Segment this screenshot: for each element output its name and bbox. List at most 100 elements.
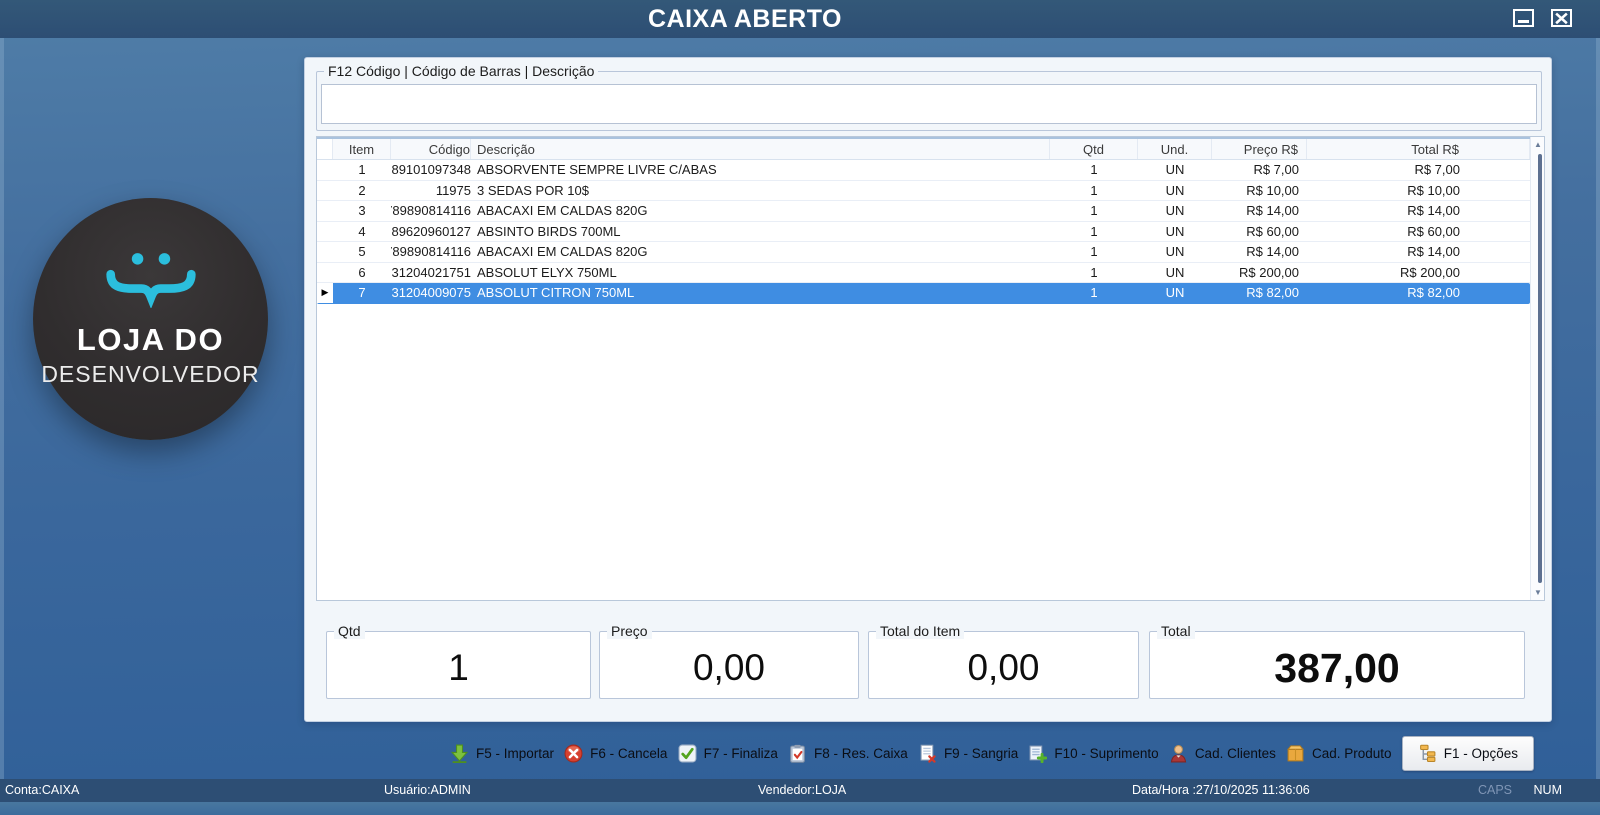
cell-total: R$ 60,00: [1307, 222, 1530, 242]
toolbar-button-label: F9 - Sangria: [944, 746, 1018, 761]
status-bar: Conta:CAIXA Usuário:ADMIN Vendedor:LOJA …: [0, 779, 1600, 802]
toolbar-button-label: F1 - Opções: [1444, 746, 1518, 761]
column-header-codigo[interactable]: Código: [391, 139, 471, 159]
row-indicator: [317, 160, 333, 180]
cell-qtd: 1: [1050, 160, 1138, 180]
window-frame-bottom: [0, 802, 1600, 815]
cell-item: 3: [333, 201, 391, 221]
scroll-up-icon[interactable]: ▲: [1531, 140, 1545, 149]
f7-finaliza-button[interactable]: F7 - Finaliza: [678, 744, 778, 763]
title-bar: CAIXA ABERTO: [0, 0, 1600, 38]
cell-item: 7: [333, 283, 391, 303]
cad-clientes-button[interactable]: Cad. Clientes: [1169, 744, 1276, 763]
close-icon[interactable]: [1551, 9, 1572, 27]
vertical-scrollbar[interactable]: ▲ ▼: [1530, 137, 1544, 600]
cell-total: R$ 200,00: [1307, 263, 1530, 283]
grand-total-box: Total 387,00: [1149, 631, 1525, 699]
row-indicator: [317, 242, 333, 262]
table-row[interactable]: 6731204021751ABSOLUT ELYX 750ML1UNR$ 200…: [317, 263, 1530, 284]
status-usuario: Usuário:ADMIN: [384, 783, 471, 797]
window-frame-left: [0, 38, 4, 815]
window-frame-right: [1596, 38, 1600, 815]
column-header-preco[interactable]: Preço R$: [1212, 139, 1307, 159]
column-header-total[interactable]: Total R$: [1307, 139, 1530, 159]
grand-total-value: 387,00: [1150, 632, 1524, 698]
cell-und: UN: [1138, 181, 1212, 201]
clipboard-icon: [788, 744, 807, 763]
cell-preco: R$ 200,00: [1212, 263, 1307, 283]
function-toolbar: F5 - Importar F6 - Cancela F7 - Finaliza F8…: [450, 733, 1534, 773]
status-conta: Conta:CAIXA: [5, 783, 79, 797]
f6-cancela-button[interactable]: F6 - Cancela: [564, 744, 667, 763]
cell-descricao: ABSINTO BIRDS 700ML: [471, 222, 1050, 242]
cell-preco: R$ 60,00: [1212, 222, 1307, 242]
logo-text-primary: LOJA DO: [77, 322, 224, 358]
cell-qtd: 1: [1050, 283, 1138, 303]
toolbar-button-label: F10 - Suprimento: [1054, 746, 1158, 761]
cad-produto-button[interactable]: Cad. Produto: [1286, 744, 1392, 763]
sale-panel: F12 Código | Código de Barras | Descriçã…: [304, 57, 1552, 722]
cell-total: R$ 7,00: [1307, 160, 1530, 180]
toolbar-button-label: F7 - Finaliza: [704, 746, 778, 761]
table-row[interactable]: 1789101097348ABSORVENTE SEMPRE LIVRE C/A…: [317, 160, 1530, 181]
cell-codigo: 789620960127: [391, 222, 471, 242]
scroll-down-icon[interactable]: ▼: [1531, 588, 1545, 597]
cell-item: 1: [333, 160, 391, 180]
items-grid-body: 1789101097348ABSORVENTE SEMPRE LIVRE C/A…: [317, 160, 1530, 600]
scrollbar-thumb[interactable]: [1538, 154, 1542, 583]
table-row[interactable]: ▶7731204009075ABSOLUT CITRON 750ML1UNR$ …: [317, 283, 1530, 304]
box-icon: [1286, 744, 1305, 763]
cell-item: 6: [333, 263, 391, 283]
cancel-icon: [564, 744, 583, 763]
cell-und: UN: [1138, 160, 1212, 180]
status-num-indicator: NUM: [1534, 783, 1562, 797]
cell-total: R$ 10,00: [1307, 181, 1530, 201]
finalize-icon: [678, 744, 697, 763]
doc-remove-icon: [918, 744, 937, 763]
cell-descricao: ABSOLUT ELYX 750ML: [471, 263, 1050, 283]
f8-res-caixa-button[interactable]: F8 - Res. Caixa: [788, 744, 908, 763]
restore-window-icon[interactable]: [1513, 9, 1534, 27]
developer-store-face-icon: [103, 250, 199, 308]
f10-suprimento-button[interactable]: F10 - Suprimento: [1028, 744, 1158, 763]
column-header-qtd[interactable]: Qtd: [1050, 139, 1138, 159]
f9-sangria-button[interactable]: F9 - Sangria: [918, 744, 1018, 763]
item-total-box: Total do Item 0,00: [868, 631, 1139, 699]
row-indicator: [317, 181, 333, 201]
cell-und: UN: [1138, 222, 1212, 242]
doc-add-icon: [1028, 744, 1047, 763]
column-header-descricao[interactable]: Descrição: [471, 139, 1050, 159]
status-caps-indicator: CAPS: [1478, 783, 1512, 797]
item-total-value: 0,00: [869, 632, 1138, 698]
items-grid-header: Item Código Descrição Qtd Und. Preço R$ …: [317, 137, 1530, 160]
cell-codigo: 789101097348: [391, 160, 471, 180]
cell-preco: R$ 14,00: [1212, 201, 1307, 221]
qty-box: Qtd 1: [326, 631, 591, 699]
cell-qtd: 1: [1050, 201, 1138, 221]
table-row[interactable]: 3789890814116ABACAXI EM CALDAS 820G1UNR$…: [317, 201, 1530, 222]
toolbar-button-label: F5 - Importar: [476, 746, 554, 761]
cell-qtd: 1: [1050, 263, 1138, 283]
table-row[interactable]: 4789620960127ABSINTO BIRDS 700ML1UNR$ 60…: [317, 222, 1530, 243]
cell-descricao: ABACAXI EM CALDAS 820G: [471, 242, 1050, 262]
cell-descricao: ABACAXI EM CALDAS 820G: [471, 201, 1050, 221]
f1-opcoes-button[interactable]: F1 - Opções: [1402, 736, 1534, 771]
cell-descricao: 3 SEDAS POR 10$: [471, 181, 1050, 201]
barcode-search-input[interactable]: [321, 84, 1537, 124]
cell-preco: R$ 82,00: [1212, 283, 1307, 303]
cell-qtd: 1: [1050, 222, 1138, 242]
cell-descricao: ABSORVENTE SEMPRE LIVRE C/ABAS: [471, 160, 1050, 180]
table-row[interactable]: 5789890814116ABACAXI EM CALDAS 820G1UNR$…: [317, 242, 1530, 263]
pos-window: CAIXA ABERTO LOJA DO DESENVOLVEDOR F12 C…: [0, 0, 1600, 815]
cell-codigo: 789890814116: [391, 242, 471, 262]
row-indicator: ▶: [317, 283, 333, 303]
table-row[interactable]: 2119753 SEDAS POR 10$1UNR$ 10,00R$ 10,00: [317, 181, 1530, 202]
items-grid: Item Código Descrição Qtd Und. Preço R$ …: [316, 136, 1545, 601]
cell-qtd: 1: [1050, 242, 1138, 262]
cell-und: UN: [1138, 201, 1212, 221]
window-title: CAIXA ABERTO: [0, 5, 1600, 34]
column-header-und[interactable]: Und.: [1138, 139, 1212, 159]
column-header-item[interactable]: Item: [333, 139, 391, 159]
f5-importar-button[interactable]: F5 - Importar: [450, 744, 554, 763]
toolbar-button-label: F8 - Res. Caixa: [814, 746, 908, 761]
